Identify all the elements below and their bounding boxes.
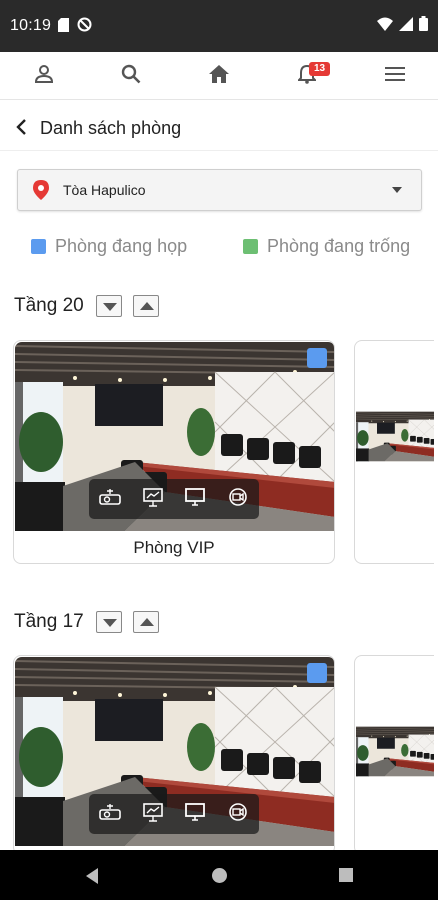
legend-label: Phòng đang họp bbox=[55, 236, 188, 256]
room-status-indicator bbox=[307, 663, 327, 683]
floor-title: Tầng 20 bbox=[14, 295, 84, 316]
home-icon bbox=[208, 64, 230, 89]
triangle-down-icon bbox=[102, 619, 117, 627]
floor-header: Tầng 17 bbox=[14, 611, 170, 633]
location-pin-icon bbox=[32, 179, 50, 206]
sim-card-icon bbox=[58, 17, 69, 37]
triangle-up-icon bbox=[139, 302, 154, 310]
legend-swatch-meeting bbox=[31, 239, 46, 254]
home-nav-button[interactable] bbox=[211, 867, 228, 889]
top-navigation: 13 bbox=[0, 52, 438, 100]
back-button[interactable] bbox=[10, 115, 34, 139]
menu-button[interactable] bbox=[377, 58, 413, 94]
battery-icon bbox=[419, 16, 428, 36]
legend-swatch-free bbox=[243, 239, 258, 254]
home-button[interactable] bbox=[201, 58, 237, 94]
dropdown-caret-icon bbox=[392, 187, 402, 193]
floor-title: Tầng 17 bbox=[14, 611, 84, 632]
triangle-down-icon bbox=[102, 303, 117, 311]
notifications-button[interactable]: 13 bbox=[289, 58, 330, 94]
legend-free: Phòng đang trống bbox=[243, 236, 410, 257]
system-navigation-bar bbox=[0, 850, 438, 900]
room-photo bbox=[356, 657, 434, 846]
projector-icon bbox=[99, 487, 122, 512]
data-saver-icon bbox=[77, 17, 92, 37]
profile-button[interactable] bbox=[26, 58, 62, 94]
building-select-value: Tòa Hapulico bbox=[63, 182, 146, 198]
search-button[interactable] bbox=[113, 58, 149, 94]
page-title: Danh sách phòng bbox=[40, 118, 182, 138]
recents-nav-button[interactable] bbox=[338, 867, 354, 888]
user-icon bbox=[34, 64, 54, 89]
expand-floor-button[interactable] bbox=[132, 295, 159, 317]
status-time: 10:19 bbox=[10, 17, 52, 34]
status-bar: 10:19 bbox=[0, 0, 438, 52]
search-icon bbox=[121, 64, 141, 89]
floor-header: Tầng 20 bbox=[14, 295, 170, 317]
monitor-icon bbox=[184, 802, 206, 827]
amenity-bar bbox=[89, 794, 259, 834]
room-card[interactable]: Phòng VIP bbox=[13, 340, 335, 564]
triangle-up-icon bbox=[139, 618, 154, 626]
hamburger-menu-icon bbox=[385, 66, 405, 87]
legend-meeting: Phòng đang họp bbox=[31, 236, 187, 257]
room-name: Phòng VIP bbox=[133, 538, 215, 557]
chevron-left-icon bbox=[10, 119, 34, 143]
amenity-bar bbox=[89, 479, 259, 519]
projector-icon bbox=[99, 802, 122, 827]
wifi-icon bbox=[377, 17, 393, 36]
expand-floor-button[interactable] bbox=[132, 611, 159, 633]
page-header: Danh sách phòng bbox=[0, 101, 438, 151]
video-conference-icon bbox=[227, 802, 249, 827]
presentation-board-icon bbox=[142, 802, 164, 827]
room-card[interactable] bbox=[354, 340, 434, 564]
collapse-floor-button[interactable] bbox=[95, 611, 122, 633]
room-card[interactable] bbox=[354, 655, 434, 855]
monitor-icon bbox=[184, 487, 206, 512]
cell-signal-icon bbox=[399, 16, 413, 36]
room-photo bbox=[356, 342, 434, 531]
presentation-board-icon bbox=[142, 487, 164, 512]
notification-badge: 13 bbox=[309, 62, 330, 76]
video-conference-icon bbox=[227, 487, 249, 512]
collapse-floor-button[interactable] bbox=[95, 295, 122, 317]
room-status-indicator bbox=[307, 348, 327, 368]
building-dropdown[interactable]: Tòa Hapulico bbox=[17, 169, 422, 211]
room-card[interactable] bbox=[13, 655, 335, 855]
back-nav-button[interactable] bbox=[84, 867, 100, 890]
legend-label: Phòng đang trống bbox=[267, 236, 411, 256]
